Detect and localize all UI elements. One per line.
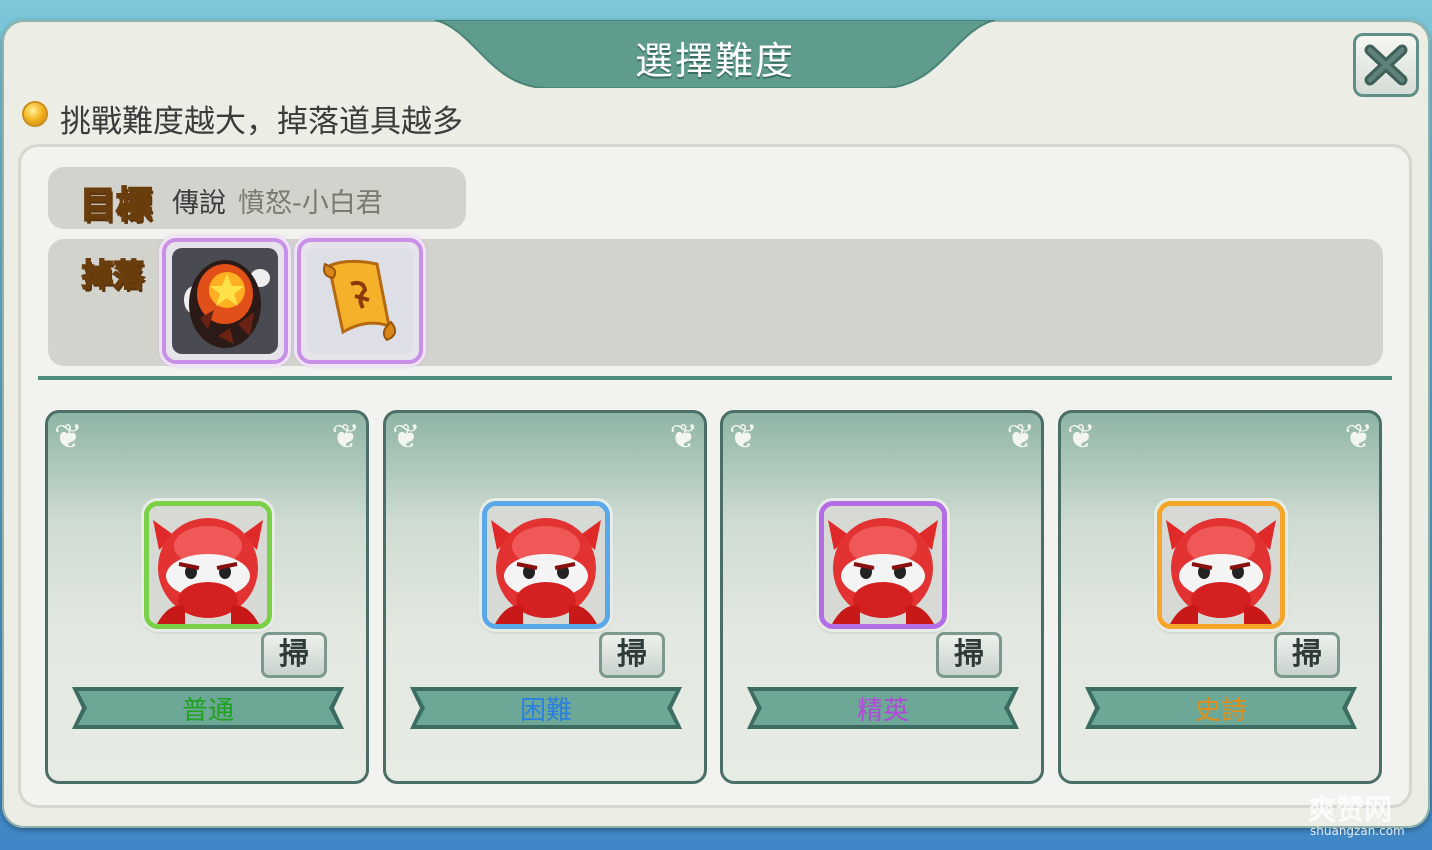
boss-avatar xyxy=(1157,501,1285,629)
watermark-url: shuangzan.com xyxy=(1310,824,1405,838)
corner-ornament-icon: ❦ xyxy=(1067,417,1096,457)
drop-item-lava-egg[interactable] xyxy=(162,238,288,364)
corner-ornament-icon: ❦ xyxy=(1344,417,1374,457)
difficulty-ribbon xyxy=(1085,687,1357,729)
red-robot-icon xyxy=(149,506,267,624)
boss-avatar xyxy=(482,501,610,629)
target-badge: 目標 xyxy=(79,184,153,227)
hint-text: 挑戰難度越大，掉落道具越多 xyxy=(60,104,463,140)
difficulty-ribbon xyxy=(72,687,344,729)
corner-ornament-icon: ❦ xyxy=(729,417,758,457)
hint-bullet-icon xyxy=(24,103,46,125)
difficulty-card-epic[interactable]: ❦ ❦ 掃 史詩 xyxy=(1058,410,1382,784)
target-name: 憤怒-小白君 xyxy=(238,188,383,219)
watermark-logo: 爽赞网 xyxy=(1308,793,1393,826)
difficulty-card-normal[interactable]: ❦ ❦ 掃 普通 xyxy=(45,410,369,784)
sweep-button[interactable]: 掃 xyxy=(936,632,1002,678)
drops-badge: 掉落 xyxy=(81,257,145,295)
close-button[interactable] xyxy=(1353,33,1419,97)
red-robot-icon xyxy=(487,506,605,624)
drop-item-scroll[interactable] xyxy=(297,238,423,364)
difficulty-card-elite[interactable]: ❦ ❦ 掃 精英 xyxy=(720,410,1044,784)
sweep-button[interactable]: 掃 xyxy=(1274,632,1340,678)
corner-ornament-icon: ❦ xyxy=(331,417,361,457)
corner-ornament-icon: ❦ xyxy=(392,417,421,457)
difficulty-card-hard[interactable]: ❦ ❦ 掃 困難 xyxy=(383,410,707,784)
corner-ornament-icon: ❦ xyxy=(54,417,83,457)
target-rarity: 傳說 xyxy=(172,188,226,219)
boss-avatar xyxy=(144,501,272,629)
dialog-title: 選擇難度 xyxy=(634,39,795,83)
sweep-button[interactable]: 掃 xyxy=(599,632,665,678)
close-icon xyxy=(1364,44,1408,86)
scroll-icon xyxy=(323,259,397,342)
difficulty-ribbon xyxy=(747,687,1019,729)
red-robot-icon xyxy=(824,506,942,624)
boss-avatar xyxy=(819,501,947,629)
difficulty-ribbon xyxy=(410,687,682,729)
section-divider xyxy=(38,376,1392,380)
red-robot-icon xyxy=(1162,506,1280,624)
sweep-button[interactable]: 掃 xyxy=(261,632,327,678)
corner-ornament-icon: ❦ xyxy=(669,417,699,457)
lava-egg-icon xyxy=(184,260,270,348)
corner-ornament-icon: ❦ xyxy=(1006,417,1036,457)
